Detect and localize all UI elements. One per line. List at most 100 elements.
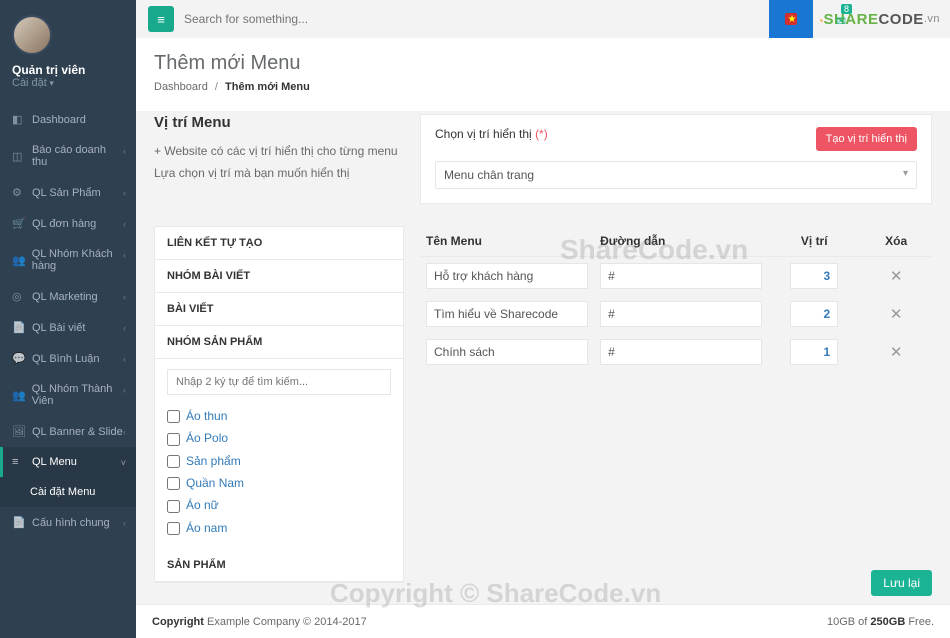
nav-label: Báo cáo doanh thu [32, 144, 124, 168]
nav-revenue-report[interactable]: ◫Báo cáo doanh thu‹ [0, 135, 136, 177]
chevron-left-icon: ‹ [123, 354, 126, 364]
profile-name: Quản trị viên [12, 63, 124, 77]
nav-member-groups[interactable]: 👥 QL Nhóm Thành Viên‹ [0, 374, 136, 416]
menu-pos-input[interactable] [790, 263, 838, 289]
create-position-button[interactable]: Tạo vị trí hiển thị [816, 127, 917, 151]
acc-post[interactable]: BÀI VIẾT [155, 293, 403, 326]
nav-banner-slide[interactable]: 🖼QL Banner & Slide‹ [0, 416, 136, 447]
th-pos: Vị trí [768, 226, 860, 257]
category-link[interactable]: Áo Polo [186, 431, 228, 445]
footer-company: Example Company [207, 616, 300, 628]
th-link: Đường dẫn [594, 226, 768, 257]
save-button[interactable]: Lưu lại [871, 570, 932, 596]
acc-custom-link[interactable]: LIÊN KẾT TỰ TẠO [155, 227, 403, 260]
dashboard-icon: ◧ [12, 113, 26, 126]
nav-dashboard[interactable]: ◧ Dashboard [0, 104, 136, 135]
menu-link-input[interactable] [600, 301, 762, 327]
category-item: Áo nữ [167, 494, 391, 516]
profile-block: Quản trị viên Cài đặt [0, 0, 136, 104]
category-search-input[interactable] [167, 369, 391, 395]
nav-posts[interactable]: 📄QL Bài viết‹ [0, 312, 136, 343]
nav-label: QL đơn hàng [32, 218, 96, 230]
nav-customer-groups[interactable]: 👥QL Nhóm Khách hàng‹ [0, 239, 136, 281]
nav-products[interactable]: ⚙QL Sản Phẩm‹ [0, 177, 136, 208]
language-flag-vn[interactable]: ★ [769, 0, 813, 38]
nav-label: QL Bình Luận [32, 353, 99, 365]
chevron-left-icon: ‹ [123, 219, 126, 229]
acc-product[interactable]: SẢN PHẨM [155, 549, 403, 582]
nav-marketing[interactable]: ◎QL Marketing‹ [0, 281, 136, 312]
category-link[interactable]: Áo nam [186, 521, 227, 535]
category-link[interactable]: Áo nữ [186, 498, 219, 512]
category-item: Quần Nam [167, 472, 391, 494]
nav-menu-settings[interactable]: Cài đặt Menu [0, 477, 136, 507]
chevron-left-icon: ‹ [123, 385, 126, 395]
sidebar: Quản trị viên Cài đặt ◧ Dashboard ◫Báo cá… [0, 0, 136, 638]
target-icon: ◎ [12, 290, 26, 303]
cart-icon: 🛒 [12, 217, 26, 230]
menu-pos-input[interactable] [790, 301, 838, 327]
users-icon: 👥 [12, 389, 26, 402]
position-select[interactable]: Menu chân trang [435, 161, 917, 189]
chevron-left-icon: ‹ [123, 188, 126, 198]
category-checkbox[interactable] [167, 522, 180, 535]
th-del: Xóa [860, 226, 932, 257]
chevron-left-icon: ‹ [123, 146, 126, 156]
category-checkbox[interactable] [167, 410, 180, 423]
position-line2: Lựa chọn vị trí mà bạn muốn hiển thị [154, 163, 404, 185]
category-item: Áo nam [167, 517, 391, 539]
category-checkbox[interactable] [167, 500, 180, 513]
nav-comments[interactable]: 💬 QL Bình Luận ‹ [0, 343, 136, 374]
footer-left: Copyright Example Company © 2014-2017 [152, 616, 367, 628]
position-select-label: Chọn vị trí hiển thị (*) [435, 127, 548, 141]
envelope-icon[interactable]: ✉ [836, 14, 846, 28]
table-row: ✕ [420, 333, 932, 371]
menu-pos-input[interactable] [790, 339, 838, 365]
position-heading: Vị trí Menu [154, 114, 404, 131]
bell-icon[interactable]: ◔ [817, 14, 824, 28]
menu-link-input[interactable] [600, 339, 762, 365]
menu-name-input[interactable] [426, 263, 588, 289]
avatar[interactable] [12, 15, 52, 55]
acc-product-group-body: Áo thun Áo Polo Sản phẩm Quần Nam Áo nữ … [155, 359, 403, 549]
table-row: ✕ [420, 295, 932, 333]
topbar: ≡ ★ SHARECODE.vn ◔ ✉ 8 [136, 0, 950, 38]
footer-of: of [855, 616, 870, 628]
profile-settings-dropdown[interactable]: Cài đặt [12, 77, 124, 89]
doc-icon: 📄 [12, 321, 26, 334]
logo-part3: .vn [924, 13, 940, 25]
category-link[interactable]: Sản phẩm [186, 454, 241, 468]
delete-row-button[interactable]: ✕ [886, 343, 906, 361]
category-checkbox[interactable] [167, 433, 180, 446]
category-link[interactable]: Áo thun [186, 409, 227, 423]
nav-menu[interactable]: ≡QL Menu˅ [0, 447, 136, 477]
main-content: Vị trí Menu + Website có các vị trí hiển… [136, 100, 950, 604]
category-checkbox[interactable] [167, 455, 180, 468]
search-input[interactable] [174, 6, 434, 32]
acc-product-group[interactable]: NHÓM SẢN PHẨM [155, 326, 403, 359]
breadcrumb-home[interactable]: Dashboard [154, 81, 208, 93]
table-row: ✕ [420, 257, 932, 296]
nav-orders[interactable]: 🛒 QL đơn hàng ‹ [0, 208, 136, 239]
category-checkbox[interactable] [167, 477, 180, 490]
nav-label: QL Bài viết [32, 322, 85, 334]
category-link[interactable]: Quần Nam [186, 476, 244, 490]
menu-name-input[interactable] [426, 339, 588, 365]
image-icon: 🖼 [12, 425, 26, 438]
footer-used: 10GB [827, 616, 855, 628]
nav-label: QL Nhóm Thành Viên [32, 383, 124, 407]
position-select-panel: Chọn vị trí hiển thị (*) Tạo vị trí hiển… [420, 114, 932, 204]
delete-row-button[interactable]: ✕ [886, 305, 906, 323]
menu-name-input[interactable] [426, 301, 588, 327]
comment-icon: 💬 [12, 352, 26, 365]
nav-label: Dashboard [32, 114, 86, 126]
delete-row-button[interactable]: ✕ [886, 267, 906, 285]
nav-label: QL Nhóm Khách hàng [32, 248, 124, 272]
nav-general-config[interactable]: 📄Cấu hình chung‹ [0, 507, 136, 538]
acc-post-group[interactable]: NHÓM BÀI VIẾT [155, 260, 403, 293]
nav-label: Cấu hình chung [32, 517, 110, 529]
toggle-sidebar-button[interactable]: ≡ [148, 6, 174, 32]
category-item: Áo thun [167, 405, 391, 427]
chevron-left-icon: ‹ [123, 250, 126, 260]
menu-link-input[interactable] [600, 263, 762, 289]
